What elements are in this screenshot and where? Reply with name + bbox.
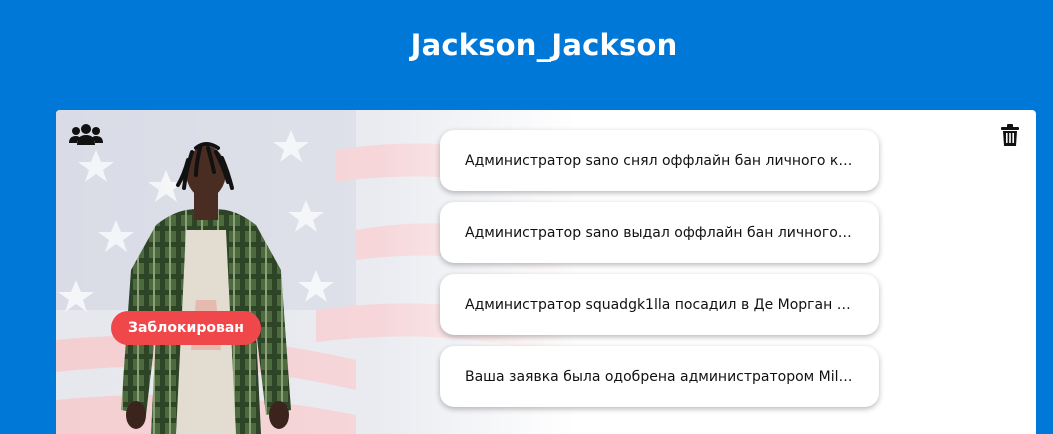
notification-item[interactable]: Ваша заявка была одобрена администраторо… <box>440 346 879 407</box>
status-badge: Заблокирован <box>111 311 261 345</box>
page-title: Jackson_Jackson <box>410 28 678 62</box>
notification-text: Ваша заявка была одобрена администраторо… <box>465 368 854 385</box>
notification-item[interactable]: Администратор sano снял оффлайн бан личн… <box>440 130 879 191</box>
notification-item[interactable]: Администратор squadgk1lla посадил в Де М… <box>440 274 879 335</box>
notification-item[interactable]: Администратор sano выдал оффлайн бан лич… <box>440 202 879 263</box>
profile-card: Заблокирован Администратор sano снял офф… <box>56 110 1036 434</box>
notification-list: Администратор sano снял оффлайн бан личн… <box>440 130 879 418</box>
notification-text: Администратор sano выдал оффлайн бан лич… <box>465 224 854 241</box>
notification-text: Администратор squadgk1lla посадил в Де М… <box>465 296 854 313</box>
character-avatar <box>121 142 291 434</box>
notification-text: Администратор sano снял оффлайн бан личн… <box>465 152 854 169</box>
trash-icon[interactable] <box>1001 124 1019 146</box>
